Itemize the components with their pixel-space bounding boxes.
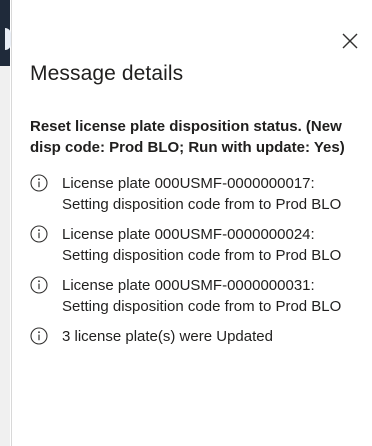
message-item: License plate 000USMF-0000000017: Settin… [30, 173, 360, 215]
dialog-title: Message details [30, 62, 184, 85]
info-icon [30, 225, 48, 243]
info-icon [30, 276, 48, 294]
message-details-panel: Message details Reset license plate disp… [11, 0, 372, 446]
message-summary: Reset license plate disposition status. … [30, 118, 345, 156]
info-icon [30, 174, 48, 192]
info-icon [30, 327, 48, 345]
message-text: License plate 000USMF-0000000031: Settin… [62, 277, 342, 315]
close-button[interactable] [341, 32, 359, 50]
page: Message details Reset license plate disp… [0, 0, 372, 446]
message-text: License plate 000USMF-0000000017: Settin… [62, 175, 342, 213]
message-item: License plate 000USMF-0000000024: Settin… [30, 224, 360, 266]
message-item: 3 license plate(s) were Updated [30, 326, 360, 347]
message-list: License plate 000USMF-0000000017: Settin… [30, 173, 360, 356]
close-icon [342, 33, 358, 49]
message-text: 3 license plate(s) were Updated [62, 328, 273, 345]
backdrop-nav-bar [0, 0, 11, 66]
message-text: License plate 000USMF-0000000024: Settin… [62, 226, 342, 264]
message-item: License plate 000USMF-0000000031: Settin… [30, 275, 360, 317]
backdrop-page [0, 0, 10, 446]
